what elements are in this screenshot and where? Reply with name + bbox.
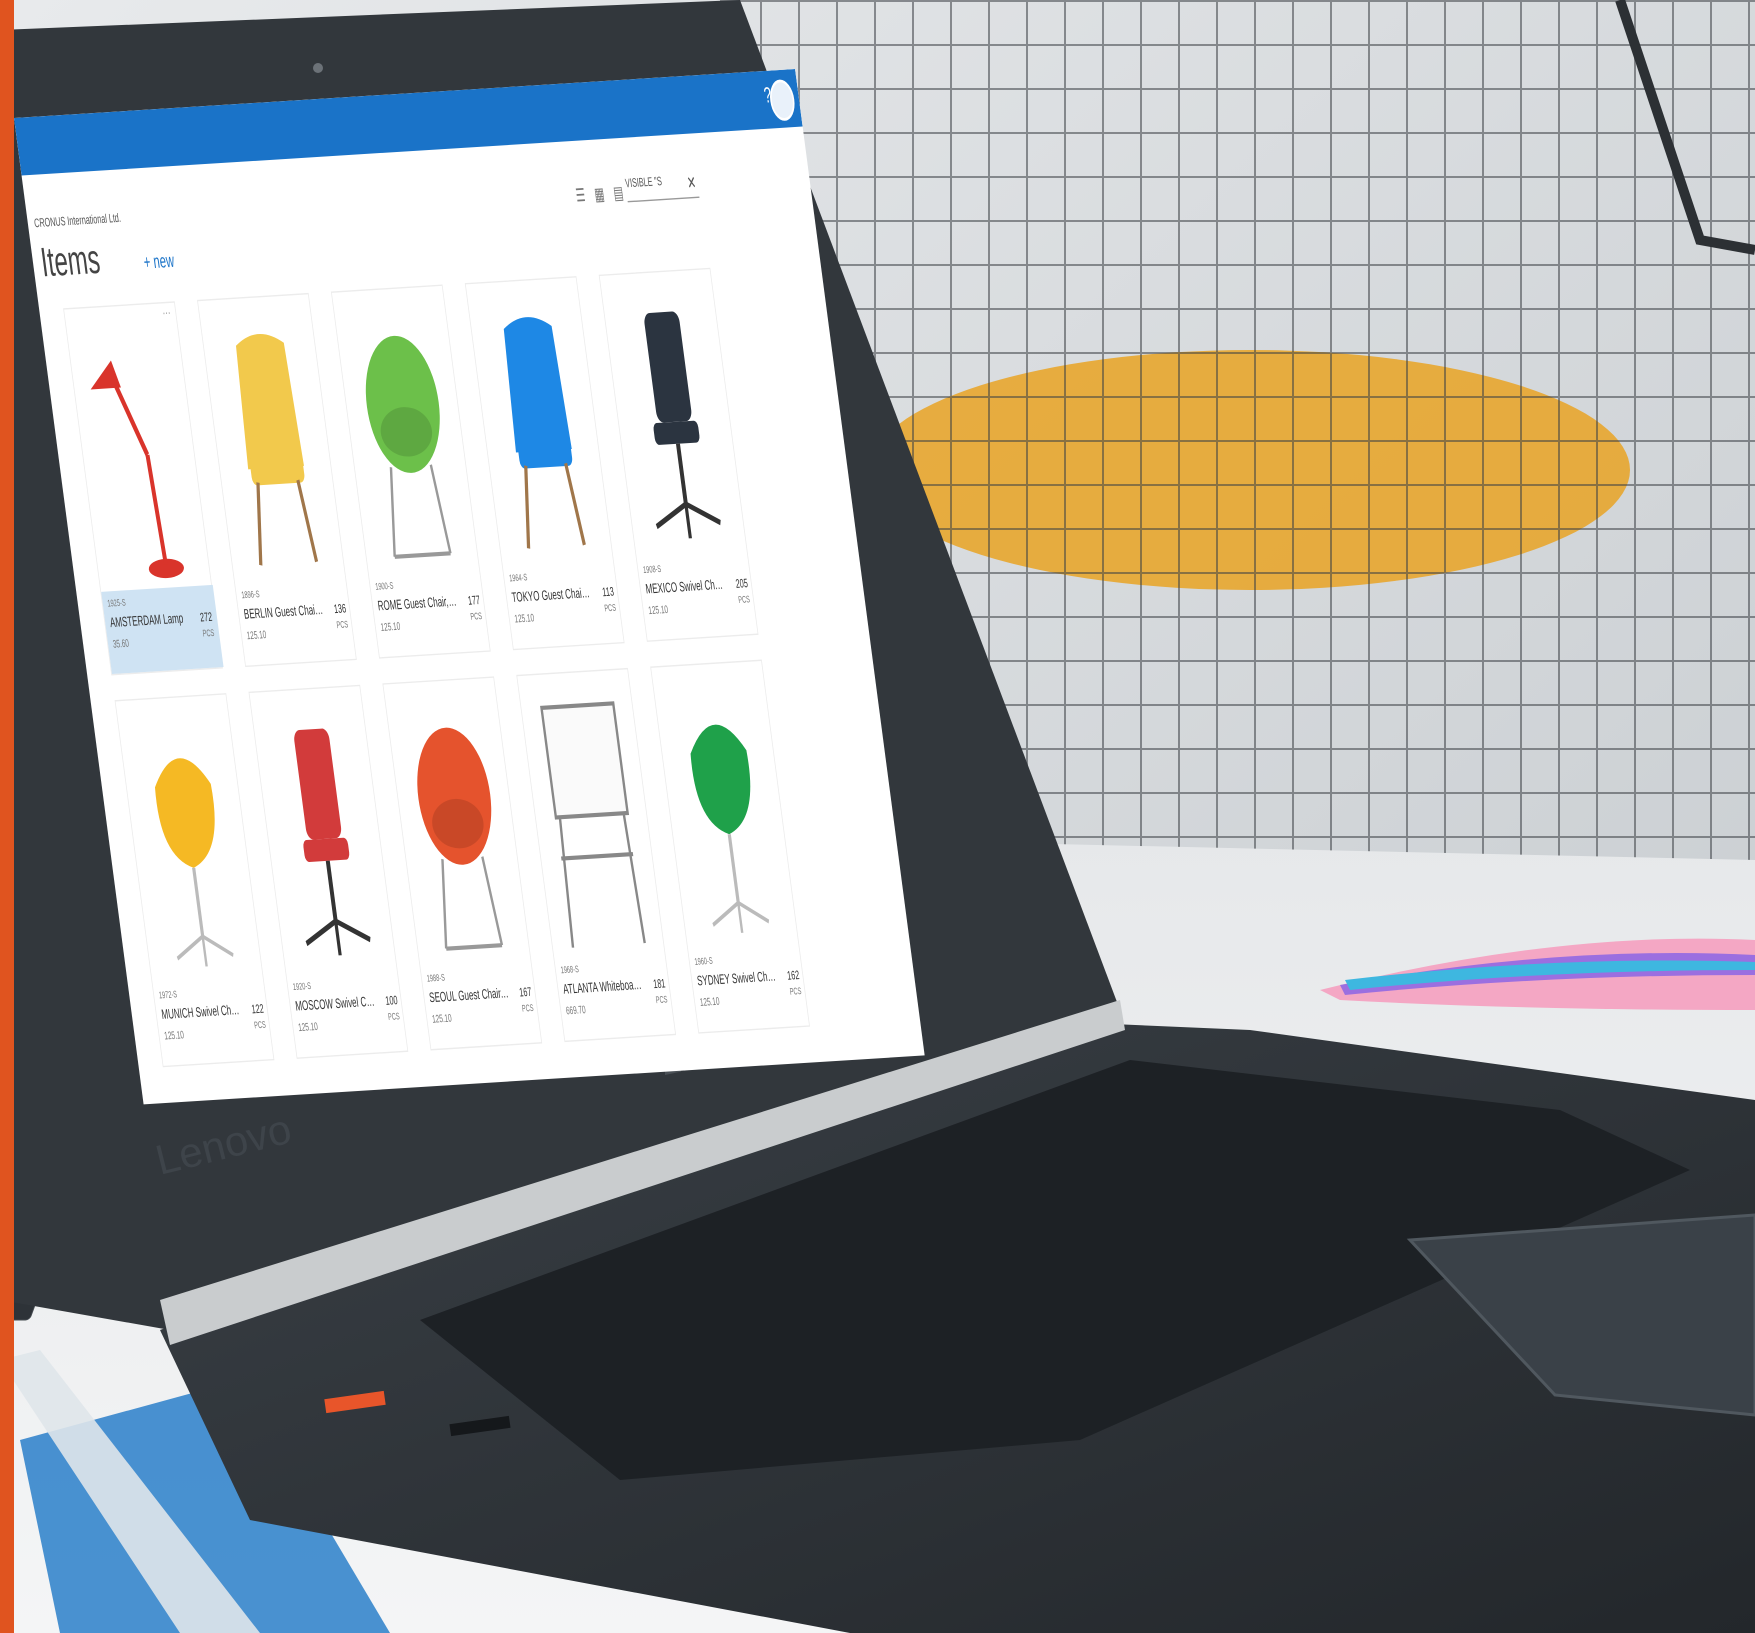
item-description: SEOUL Guest Chair, red: [428, 986, 511, 1007]
new-button[interactable]: + new: [142, 249, 175, 273]
item-image: [208, 314, 338, 580]
item-image: [476, 297, 606, 563]
item-quantity: 136: [333, 601, 347, 616]
item-quantity: 162: [786, 968, 801, 983]
item-image: [75, 322, 205, 588]
item-info: 1988-S SEOUL Guest Chair, red 167 PCS 125.10: [420, 960, 542, 1049]
item-image: [126, 714, 256, 980]
item-info: 1968-SATLANTA Whiteboard, base 181 PCS 669.…: [554, 951, 676, 1040]
item-number: 1896-S: [240, 590, 261, 601]
item-image: [342, 306, 472, 572]
item-info: 1900-S ROME Guest Chair, green 177 PCS 125.1…: [369, 568, 491, 657]
item-info: 1896-S BERLIN Guest Chair, yellow 136 PCS 12…: [235, 576, 357, 665]
item-price: 669.70: [565, 1003, 587, 1018]
item-description: TOKYO Guest Chair, blue: [510, 586, 593, 607]
page-title: Items: [38, 237, 103, 287]
item-info: 1972-SMUNICH Swivel Chair, yellow 122 PCS 1…: [153, 977, 275, 1066]
item-unit: PCS: [521, 1004, 535, 1015]
item-number: 1964-S: [508, 573, 528, 585]
item-tile[interactable]: 1896-S BERLIN Guest Chair, yellow 136 PCS 12…: [197, 292, 357, 668]
item-price: 125.10: [163, 1028, 185, 1043]
webcam: [313, 63, 323, 73]
item-tile[interactable]: 1900-S ROME Guest Chair, green 177 PCS 125.1…: [330, 284, 491, 659]
item-tile[interactable]: 1968-SATLANTA Whiteboard, base 181 PCS 669.…: [516, 667, 677, 1043]
item-description: BERLIN Guest Chair, yellow: [243, 602, 325, 623]
item-price: 125.10: [647, 603, 669, 617]
search-value: VISIBLE "S: [624, 174, 663, 191]
item-number: 1968-S: [560, 965, 580, 976]
item-description: MUNICH Swivel Chair, yellow: [160, 1003, 243, 1024]
item-number: 1925-S: [107, 598, 127, 610]
item-tile[interactable]: 1960-SSYDNEY Swivel Chair, green 162 PCS 12…: [650, 659, 810, 1034]
items-tile-grid: ··· 1925-S AMSTERDAM Lamp 272 PCS 35.60 1896-…: [63, 265, 851, 1089]
item-unit: PCS: [603, 603, 617, 615]
item-price: 35.60: [112, 637, 130, 651]
item-number: 1960-S: [694, 956, 714, 968]
item-price: 125.10: [379, 620, 401, 634]
item-info: 1960-SSYDNEY Swivel Chair, green 162 PCS 12…: [688, 943, 810, 1032]
item-description: ATLANTA Whiteboard, base: [562, 977, 644, 998]
item-unit: PCS: [336, 620, 349, 631]
item-unit: PCS: [387, 1012, 401, 1023]
left-orange-bar: [0, 0, 14, 1633]
item-description: MOSCOW Swivel Chair, red: [294, 994, 377, 1015]
item-quantity: 181: [652, 976, 667, 991]
clear-search-icon[interactable]: ✕: [686, 172, 698, 194]
item-info: 1908-SMEXICO Swivel Chair, black 205 PCS 12…: [637, 551, 759, 640]
item-price: 125.10: [297, 1020, 319, 1034]
item-image: [394, 697, 524, 963]
item-tile[interactable]: 1964-S TOKYO Guest Chair, blue 113 PCS 125.1…: [464, 276, 625, 651]
item-description: MEXICO Swivel Chair, black: [644, 577, 727, 598]
item-image: [528, 689, 658, 955]
item-info: 1964-S TOKYO Guest Chair, blue 113 PCS 125.1…: [503, 560, 625, 649]
more-options-icon[interactable]: ···: [162, 306, 172, 322]
item-description: SYDNEY Swivel Chair, green: [696, 969, 778, 990]
item-image: [610, 289, 740, 555]
item-number: 1900-S: [374, 581, 395, 593]
item-quantity: 113: [601, 584, 615, 600]
item-tile[interactable]: 1920-SMOSCOW Swivel Chair, red 100 PCS 125.…: [248, 684, 409, 1059]
item-tile[interactable]: ··· 1925-S AMSTERDAM Lamp 272 PCS 35.60: [63, 301, 224, 676]
company-name: CRONUS International Ltd.: [33, 210, 122, 230]
item-price: 125.10: [245, 628, 268, 643]
item-quantity: 122: [250, 1001, 265, 1017]
item-info: 1925-S AMSTERDAM Lamp 272 PCS 35.60: [101, 584, 224, 675]
item-number: 1908-S: [642, 565, 662, 576]
item-quantity: 272: [199, 609, 214, 625]
item-unit: PCS: [655, 995, 669, 1006]
user-avatar[interactable]: [767, 78, 797, 122]
item-unit: PCS: [253, 1020, 267, 1032]
item-unit: PCS: [737, 595, 751, 606]
item-info: 1920-SMOSCOW Swivel Chair, red 100 PCS 125.…: [287, 968, 409, 1057]
item-unit: PCS: [789, 987, 803, 998]
item-quantity: 167: [518, 984, 533, 1000]
item-unit: PCS: [470, 612, 483, 623]
view-toggle-icons[interactable]: ☰ ▦ ▤: [574, 182, 627, 207]
item-number: 1972-S: [158, 990, 178, 1002]
item-unit: PCS: [202, 628, 215, 640]
item-quantity: 205: [734, 576, 749, 591]
item-tile[interactable]: 1988-S SEOUL Guest Chair, red 167 PCS 125.10: [382, 676, 543, 1051]
item-quantity: 100: [384, 993, 399, 1008]
item-number: 1920-S: [292, 982, 312, 993]
item-image: [260, 706, 390, 972]
item-quantity: 177: [467, 593, 481, 608]
item-image: [662, 681, 792, 947]
item-price: 125.10: [513, 611, 535, 626]
laptop-screen: ? CRONUS International Ltd. Items + new …: [14, 69, 925, 1105]
item-number: 1988-S: [426, 973, 446, 985]
item-description: ROME Guest Chair, green: [376, 594, 459, 615]
item-tile[interactable]: 1972-SMUNICH Swivel Chair, yellow 122 PCS 1…: [114, 693, 275, 1068]
item-price: 125.10: [699, 995, 721, 1009]
search-input[interactable]: VISIBLE "S ✕: [624, 171, 700, 203]
item-tile[interactable]: 1908-SMEXICO Swivel Chair, black 205 PCS 12…: [598, 267, 759, 642]
item-description: AMSTERDAM Lamp: [109, 611, 185, 632]
item-price: 125.10: [431, 1011, 453, 1026]
